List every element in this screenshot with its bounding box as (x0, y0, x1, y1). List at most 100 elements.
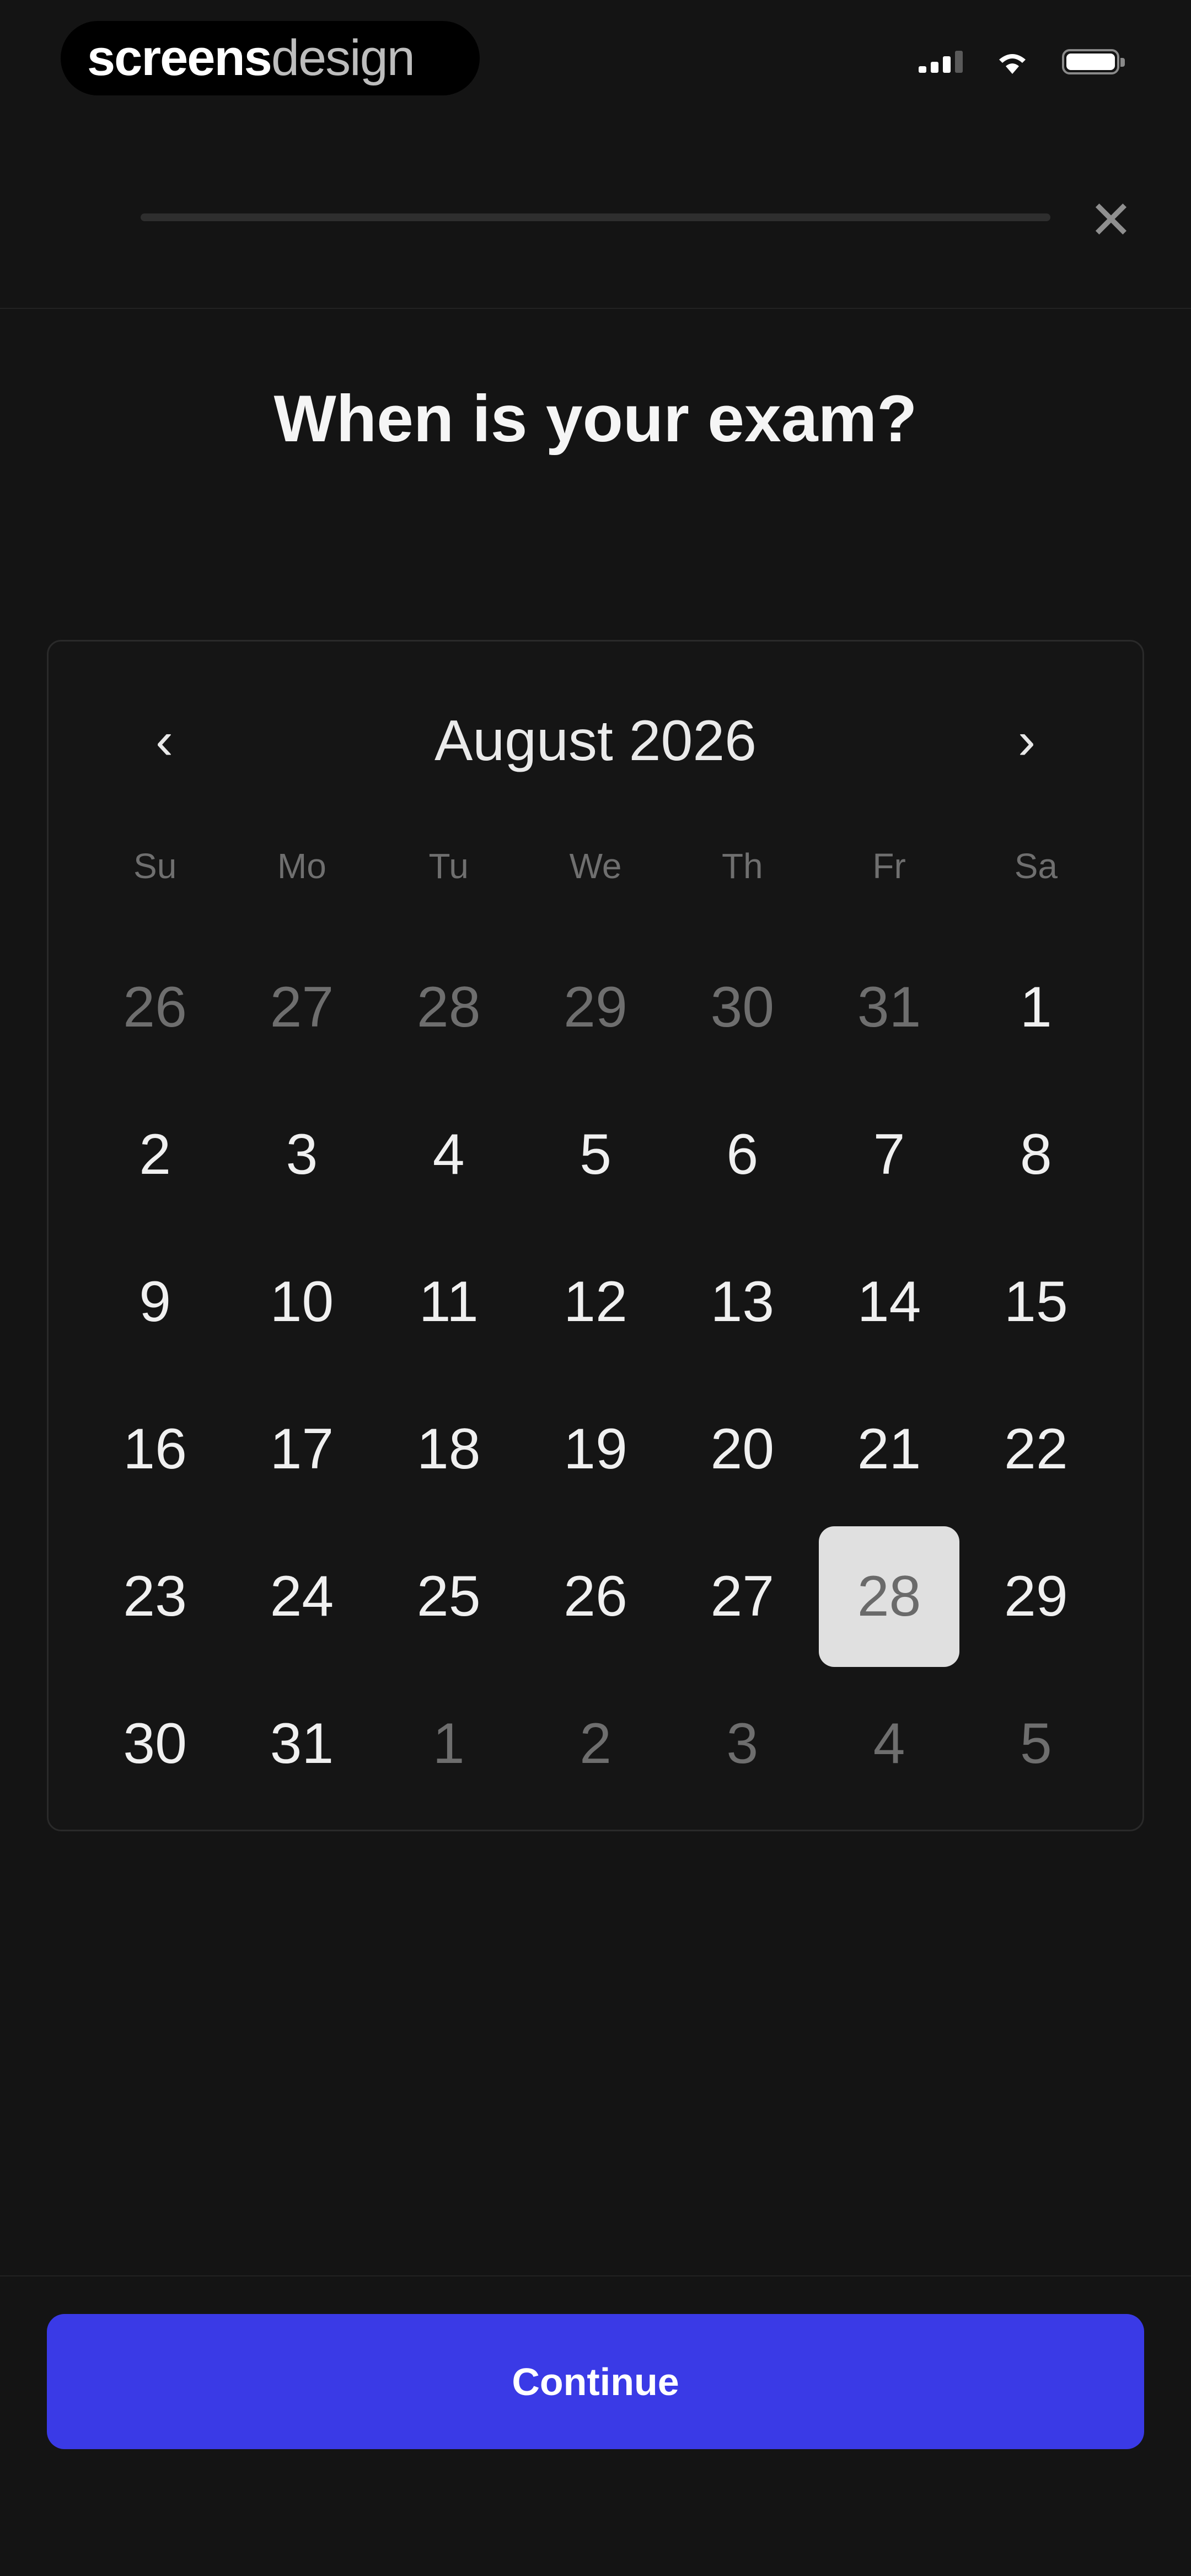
day-cell[interactable]: 30 (82, 1670, 228, 1818)
day-cell[interactable]: 9 (82, 1228, 228, 1376)
day-number: 23 (123, 1564, 187, 1628)
day-number: 4 (873, 1712, 905, 1776)
day-cell[interactable]: 11 (375, 1228, 522, 1376)
day-cell[interactable]: 20 (669, 1376, 816, 1523)
status-bar: screens design (0, 0, 1191, 116)
day-cell[interactable]: 4 (375, 1081, 522, 1228)
day-cell[interactable]: 18 (375, 1376, 522, 1523)
weekday-label: Tu (428, 846, 469, 886)
day-cell[interactable]: 6 (669, 1081, 816, 1228)
day-cell[interactable]: 5 (522, 1081, 669, 1228)
day-number: 30 (123, 1712, 187, 1776)
day-number: 29 (1004, 1564, 1068, 1628)
day-number: 16 (123, 1417, 187, 1481)
day-number: 26 (564, 1564, 627, 1628)
day-number: 27 (710, 1564, 775, 1628)
day-cell[interactable]: 16 (82, 1376, 228, 1523)
day-number: 27 (270, 975, 334, 1039)
day-cell[interactable]: 24 (228, 1523, 375, 1670)
day-number: 20 (710, 1417, 775, 1481)
weekday-label: Su (133, 846, 177, 886)
page-title: When is your exam? (273, 382, 918, 456)
day-cell[interactable]: 30 (669, 934, 816, 1081)
chevron-right-icon: › (1018, 711, 1036, 770)
weekday-label: Sa (1014, 846, 1058, 886)
day-cell[interactable]: 26 (522, 1523, 669, 1670)
brand-logo: screens design (61, 21, 480, 95)
weekday-label: Fr (872, 846, 906, 886)
day-cell[interactable]: 17 (228, 1376, 375, 1523)
next-month-button[interactable]: › (994, 708, 1060, 774)
day-cell[interactable]: 10 (228, 1228, 375, 1376)
day-number: 4 (432, 1123, 465, 1187)
day-number: 7 (873, 1123, 905, 1187)
day-number: 11 (419, 1270, 479, 1334)
day-number: 31 (857, 975, 921, 1039)
day-number: 9 (139, 1270, 171, 1334)
day-number: 2 (580, 1712, 611, 1776)
day-number: 2 (139, 1123, 171, 1187)
day-cell[interactable]: 1 (375, 1670, 522, 1818)
day-cell[interactable]: 4 (816, 1670, 962, 1818)
day-cell[interactable]: 31 (816, 934, 962, 1081)
day-cell[interactable]: 5 (963, 1670, 1109, 1818)
status-icons (919, 49, 1125, 75)
month-label: August 2026 (434, 709, 757, 773)
day-cell[interactable]: 29 (522, 934, 669, 1081)
day-cell[interactable]: 26 (82, 934, 228, 1081)
continue-button[interactable]: Continue (47, 2314, 1144, 2449)
day-cell[interactable]: 15 (963, 1228, 1109, 1376)
day-cell-selected[interactable]: 28 (816, 1523, 962, 1670)
progress-bar (141, 213, 1050, 221)
day-number: 5 (1020, 1712, 1052, 1776)
day-cell[interactable]: 28 (375, 934, 522, 1081)
day-cell[interactable]: 2 (522, 1670, 669, 1818)
day-cell[interactable]: 3 (228, 1081, 375, 1228)
day-cell[interactable]: 1 (963, 934, 1109, 1081)
close-icon: ✕ (1088, 191, 1134, 250)
day-number: 30 (710, 975, 775, 1039)
weekday-row: Su Mo Tu We Th Fr Sa (49, 846, 1142, 886)
weekday-label: Th (721, 846, 763, 886)
day-number: 28 (416, 975, 481, 1039)
day-cell[interactable]: 8 (963, 1081, 1109, 1228)
day-cell[interactable]: 13 (669, 1228, 816, 1376)
day-cell[interactable]: 2 (82, 1081, 228, 1228)
day-number: 22 (1004, 1417, 1068, 1481)
day-number: 17 (270, 1417, 334, 1481)
day-cell[interactable]: 12 (522, 1228, 669, 1376)
day-number: 28 (819, 1526, 960, 1667)
progress-header: ✕ (0, 182, 1191, 309)
day-cell[interactable]: 25 (375, 1523, 522, 1670)
day-cell[interactable]: 3 (669, 1670, 816, 1818)
day-cell[interactable]: 7 (816, 1081, 962, 1228)
day-number: 1 (432, 1712, 465, 1776)
day-cell[interactable]: 21 (816, 1376, 962, 1523)
day-cell[interactable]: 19 (522, 1376, 669, 1523)
signal-icon (919, 51, 963, 73)
day-number: 12 (564, 1270, 627, 1334)
day-number: 10 (270, 1270, 334, 1334)
day-cell[interactable]: 29 (963, 1523, 1109, 1670)
day-cell[interactable]: 27 (228, 934, 375, 1081)
close-button[interactable]: ✕ (1083, 193, 1139, 248)
battery-icon (1062, 49, 1125, 74)
calendar-header: ‹ August 2026 › (49, 708, 1142, 774)
day-number: 6 (726, 1123, 759, 1187)
day-number: 26 (123, 975, 187, 1039)
day-number: 29 (564, 975, 627, 1039)
weekday-label: Mo (277, 846, 326, 886)
wifi-icon (995, 49, 1030, 75)
day-number: 31 (270, 1712, 334, 1776)
day-number: 21 (857, 1417, 921, 1481)
day-cell[interactable]: 14 (816, 1228, 962, 1376)
day-cell[interactable]: 22 (963, 1376, 1109, 1523)
day-cell[interactable]: 27 (669, 1523, 816, 1670)
weekday-label: We (569, 846, 622, 886)
day-number: 13 (710, 1270, 775, 1334)
day-cell[interactable]: 31 (228, 1670, 375, 1818)
day-number: 25 (416, 1564, 481, 1628)
day-cell[interactable]: 23 (82, 1523, 228, 1670)
day-number: 1 (1020, 975, 1052, 1039)
day-number: 5 (580, 1123, 611, 1187)
